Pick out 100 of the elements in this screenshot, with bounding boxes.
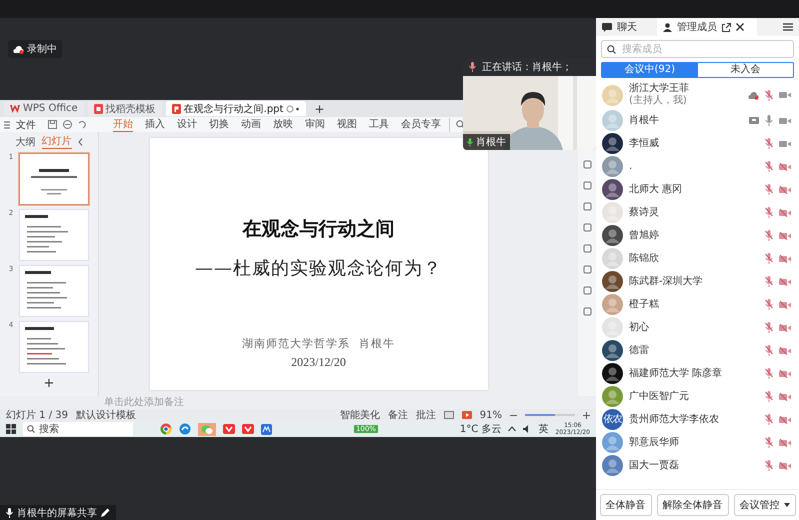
beautify-button[interactable]: 智能美化 — [340, 408, 380, 422]
camera-icon[interactable] — [779, 392, 791, 400]
mic-icon[interactable] — [765, 322, 773, 333]
mic-icon[interactable] — [765, 345, 773, 356]
zoom-level[interactable]: 91% — [480, 410, 502, 420]
ribbon-tab[interactable]: 开始 — [113, 118, 133, 132]
tool-icon[interactable] — [582, 181, 592, 190]
mute-action-button[interactable]: 解除全体静音 — [656, 494, 728, 516]
normal-view-icon[interactable] — [444, 411, 454, 419]
tool-icon[interactable] — [582, 223, 592, 232]
camera-icon[interactable] — [779, 370, 791, 378]
mic-icon[interactable] — [765, 391, 773, 402]
mic-icon[interactable] — [765, 115, 773, 126]
browser-icon[interactable] — [179, 423, 191, 435]
comments-button[interactable]: 批注 — [416, 408, 436, 422]
camera-icon[interactable] — [779, 232, 791, 240]
tool-icon[interactable] — [582, 244, 592, 253]
browser-icon[interactable] — [160, 423, 172, 435]
camera-icon[interactable] — [779, 254, 791, 262]
zoom-in-icon[interactable] — [583, 412, 590, 418]
meeting-control-button[interactable]: 会议管控 — [734, 494, 796, 516]
collapse-icon[interactable] — [78, 138, 82, 146]
mic-icon[interactable] — [765, 230, 773, 241]
save-icon[interactable] — [48, 120, 57, 129]
ribbon-tab[interactable]: 设计 — [177, 118, 197, 132]
panel-tab[interactable]: 管理成员 — [657, 18, 757, 36]
camera-icon[interactable] — [779, 462, 791, 470]
menu-icon[interactable] — [783, 23, 793, 31]
play-icon[interactable] — [462, 411, 472, 419]
file-menu[interactable]: 文件 — [16, 118, 36, 132]
tool-icon[interactable] — [582, 202, 592, 211]
tool-icon[interactable] — [582, 286, 592, 295]
mic-icon[interactable] — [765, 90, 773, 100]
avatar-icon — [602, 225, 623, 246]
ribbon-tab[interactable]: 视图 — [337, 118, 357, 132]
add-slide-button[interactable]: + — [44, 377, 54, 390]
tool-icon[interactable] — [582, 160, 592, 169]
document-tab[interactable]: 找稻壳模板 — [88, 101, 162, 116]
mic-icon[interactable] — [765, 138, 773, 149]
mic-icon[interactable] — [765, 207, 773, 218]
template-label[interactable]: 默认设计模板 — [76, 408, 136, 422]
mute-action-button[interactable]: 全体静音 — [600, 494, 652, 516]
input-method[interactable]: 英 — [538, 422, 548, 436]
weather-label[interactable]: 1°C 多云 — [460, 422, 502, 436]
camera-icon[interactable] — [779, 116, 791, 124]
search-icon[interactable] — [456, 120, 465, 129]
mic-icon[interactable] — [765, 460, 773, 471]
chevron-icon[interactable] — [508, 426, 516, 432]
ribbon-tab[interactable]: 工具 — [369, 118, 389, 132]
ribbon-tab[interactable]: 会员专享 — [401, 118, 441, 132]
popout-icon[interactable] — [722, 22, 731, 32]
camera-icon[interactable] — [779, 416, 791, 424]
camera-icon[interactable] — [779, 278, 791, 286]
camera-icon[interactable] — [779, 162, 791, 170]
ribbon-tab[interactable]: 切换 — [209, 118, 229, 132]
slide-thumbnail[interactable] — [19, 153, 90, 205]
camera-icon[interactable] — [779, 140, 791, 148]
avatar-icon — [602, 202, 623, 223]
camera-icon[interactable] — [779, 186, 791, 194]
camera-icon[interactable] — [779, 324, 791, 332]
camera-icon[interactable] — [779, 91, 791, 99]
mic-icon[interactable] — [765, 276, 773, 287]
segment-tab[interactable]: 会议中(92) — [602, 63, 698, 77]
mic-icon[interactable] — [765, 253, 773, 264]
tool-icon[interactable] — [582, 265, 592, 274]
mic-icon[interactable] — [765, 299, 773, 310]
document-tab[interactable]: WPS Office — [4, 101, 84, 116]
mic-icon[interactable] — [765, 368, 773, 379]
ribbon-tab[interactable]: 动画 — [241, 118, 261, 132]
ribbon-tab[interactable]: 插入 — [145, 118, 165, 132]
chat-app-icon[interactable] — [201, 424, 213, 434]
windows-icon[interactable] — [6, 424, 16, 434]
mic-icon[interactable] — [765, 184, 773, 195]
slide-date: 2023/12/20 — [291, 355, 346, 370]
app-icon[interactable] — [223, 424, 235, 434]
app-icon[interactable] — [242, 424, 254, 434]
pane-tab[interactable]: 大纲 — [16, 134, 36, 148]
notes-button[interactable]: 备注 — [388, 408, 408, 422]
document-tab[interactable]: 在观念与行动之间.ppt — [166, 101, 306, 116]
avatar-icon — [602, 156, 623, 177]
slide-subtitle: ——杜威的实验观念论何为？ — [195, 257, 442, 280]
camera-icon[interactable] — [779, 300, 791, 308]
ribbon-tab[interactable]: 放映 — [273, 118, 293, 132]
menu-icon[interactable] — [4, 120, 10, 128]
app-icon[interactable] — [261, 424, 272, 434]
camera-icon[interactable] — [779, 438, 791, 446]
mic-icon[interactable] — [765, 437, 773, 448]
camera-icon[interactable] — [779, 346, 791, 354]
pencil-icon[interactable] — [101, 508, 110, 517]
mic-icon[interactable] — [765, 161, 773, 172]
new-tab-button[interactable]: + — [310, 102, 328, 116]
tool-icon[interactable] — [582, 307, 592, 316]
segment-tab[interactable]: 未入会 — [698, 63, 793, 77]
camera-icon[interactable] — [779, 208, 791, 216]
ribbon-tab[interactable]: 审阅 — [305, 118, 325, 132]
close-icon[interactable] — [736, 23, 744, 31]
panel-tab[interactable]: 聊天 — [596, 18, 643, 36]
search-field[interactable]: 搜索 — [23, 422, 133, 436]
undo-icon[interactable] — [78, 120, 87, 129]
mic-icon[interactable] — [765, 414, 773, 425]
